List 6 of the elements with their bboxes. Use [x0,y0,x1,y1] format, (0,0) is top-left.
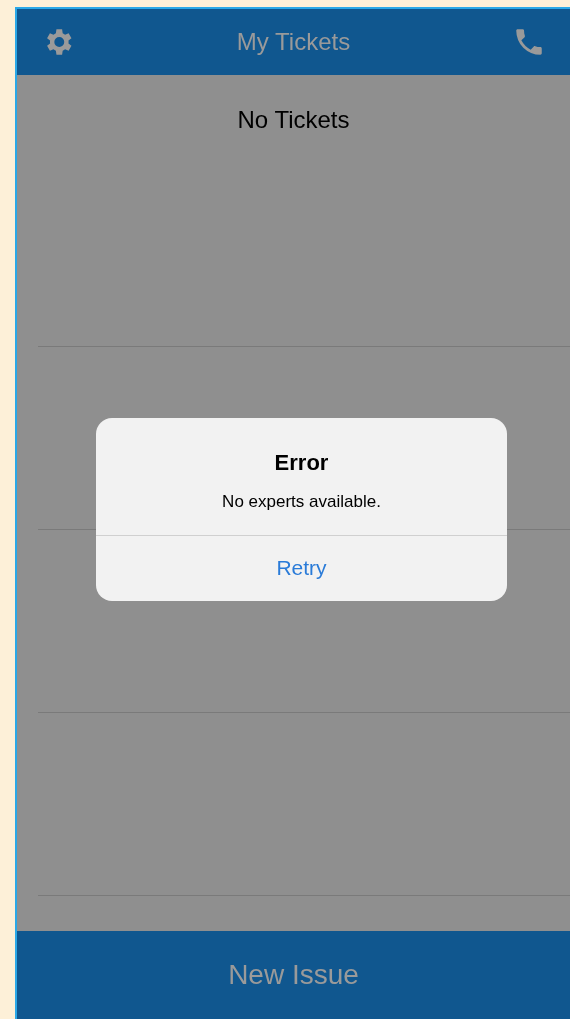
screen-title: My Tickets [236,27,351,57]
empty-message: No Tickets [237,105,350,135]
alert-message: No experts available. [222,491,381,513]
retry-button[interactable]: Retry [96,534,507,601]
alert-title: Error [274,449,329,477]
new-issue-button[interactable]: New Issue [17,931,570,1019]
